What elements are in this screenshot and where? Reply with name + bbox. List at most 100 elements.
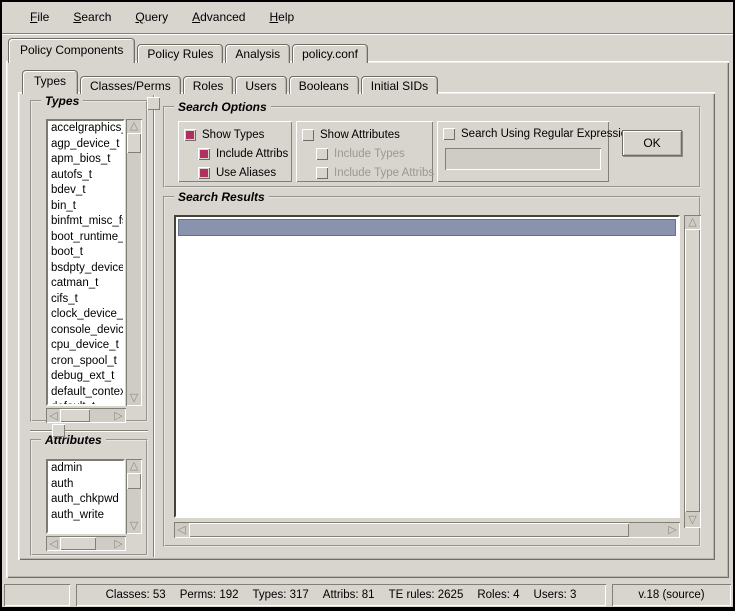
list-item[interactable]: agp_device_t (48, 137, 123, 153)
list-item[interactable]: auth_chkpwd (48, 492, 123, 508)
types-listbox[interactable]: accelgraphics_e agp_device_t apm_bios_t … (46, 119, 125, 406)
status-stat: Types: 317 (253, 589, 309, 601)
list-item[interactable]: bdev_t (48, 183, 123, 199)
scroll-left-icon[interactable]: ◁ (47, 409, 60, 422)
list-item[interactable]: clock_device_t (48, 307, 123, 323)
scroll-right-icon[interactable]: ▷ (112, 409, 125, 422)
attributes-horizontal-scrollbar[interactable]: ◁ ▷ (46, 536, 126, 551)
checkbox-indicator-icon (443, 128, 455, 140)
scrollbar-thumb[interactable] (189, 523, 629, 537)
scroll-down-icon[interactable]: ▽ (127, 520, 141, 533)
tab-label: Policy Rules (147, 47, 213, 61)
main-tab[interactable]: Policy Components (8, 38, 135, 63)
menu-item[interactable]: Query (135, 10, 168, 24)
menu-item[interactable]: File (30, 10, 49, 24)
horizontal-sash[interactable] (30, 430, 148, 432)
types-vertical-scrollbar[interactable]: △ ▽ (126, 119, 142, 406)
list-item[interactable]: default_t (48, 400, 123, 406)
list-item[interactable]: binfmt_misc_fs (48, 214, 123, 230)
list-item[interactable]: apm_bios_t (48, 152, 123, 168)
ok-button[interactable]: OK (622, 130, 682, 156)
types-horizontal-scrollbar[interactable]: ◁ ▷ (46, 408, 126, 423)
vertical-sash[interactable] (153, 95, 155, 557)
show-types-checkbox[interactable]: Show Types (184, 128, 264, 142)
main-tab[interactable]: Policy Rules (137, 44, 223, 63)
checkbox-label: Show Types (202, 129, 264, 141)
menu-item[interactable]: Advanced (192, 10, 245, 24)
scrollbar-thumb[interactable] (127, 473, 141, 489)
attributes-listbox[interactable]: admin auth auth_chkpwd auth_write (46, 459, 125, 534)
status-panel-left (4, 584, 70, 606)
sub-tab[interactable]: Roles (183, 76, 234, 94)
status-panel-version: v.18 (source) (612, 584, 731, 606)
types-tab-panel: Types accelgraphics_e agp_device_t apm_b… (18, 92, 715, 560)
list-item[interactable]: autofs_t (48, 168, 123, 184)
list-item[interactable]: default_context (48, 385, 123, 401)
scroll-down-icon[interactable]: ▽ (127, 392, 141, 405)
main-tab[interactable]: policy.conf (292, 44, 368, 63)
tab-label: Classes/Perms (90, 79, 171, 93)
sub-tab[interactable]: Types (22, 70, 78, 94)
search-results-textarea[interactable] (174, 215, 680, 518)
attributes-frame: Attributes admin auth auth_chkpwd auth_w… (30, 439, 148, 556)
version-label: v.18 (source) (638, 589, 704, 601)
checkbox-label: Show Attributes (320, 129, 400, 141)
selected-line (178, 219, 676, 236)
sub-tab[interactable]: Users (235, 76, 286, 94)
list-item[interactable]: cifs_t (48, 292, 123, 308)
tab-label: Roles (193, 79, 224, 93)
regex-group: Search Using Regular Expression (437, 121, 609, 182)
search-options-frame: Search Options Show Types Include Attrib… (163, 106, 701, 188)
scroll-up-icon[interactable]: △ (127, 460, 141, 473)
include-types-checkbox[interactable]: Include Types (316, 147, 405, 161)
status-stat: Roles: 4 (477, 589, 519, 601)
search-results-title: Search Results (174, 190, 269, 204)
menu-item[interactable]: Search (73, 10, 111, 24)
tab-label: Booleans (299, 79, 349, 93)
horizontal-sash-grip[interactable] (52, 424, 65, 437)
scroll-down-icon[interactable]: ▽ (685, 514, 700, 527)
scroll-right-icon[interactable]: ▷ (666, 523, 679, 537)
list-item[interactable]: auth_write (48, 508, 123, 524)
tab-label: Types (34, 74, 66, 88)
scrollbar-thumb[interactable] (60, 409, 90, 422)
tab-label: Users (245, 79, 276, 93)
scroll-up-icon[interactable]: △ (127, 120, 141, 133)
list-item[interactable]: cpu_device_t (48, 338, 123, 354)
scroll-left-icon[interactable]: ◁ (175, 523, 188, 537)
list-item[interactable]: debug_ext_t (48, 369, 123, 385)
list-item[interactable]: admin (48, 461, 123, 477)
scrollbar-thumb[interactable] (60, 537, 96, 550)
include-type-attribs-checkbox[interactable]: Include Type Attribs (316, 166, 434, 180)
show-attributes-checkbox[interactable]: Show Attributes (302, 128, 400, 142)
use-aliases-checkbox[interactable]: Use Aliases (198, 166, 276, 180)
main-tab[interactable]: Analysis (225, 44, 290, 63)
list-item[interactable]: auth (48, 477, 123, 493)
list-item[interactable]: console_device (48, 323, 123, 339)
list-item[interactable]: accelgraphics_e (48, 121, 123, 137)
scrollbar-thumb[interactable] (127, 133, 141, 153)
regex-checkbox[interactable]: Search Using Regular Expression (443, 127, 634, 141)
attributes-vertical-scrollbar[interactable]: △ ▽ (126, 459, 142, 534)
show-types-group: Show Types Include Attribs Use Aliases (178, 121, 292, 182)
list-item[interactable]: boot_runtime_t (48, 230, 123, 246)
sub-tab[interactable]: Booleans (289, 76, 359, 94)
scroll-left-icon[interactable]: ◁ (47, 537, 60, 550)
sub-tab[interactable]: Classes/Perms (80, 76, 181, 94)
scroll-right-icon[interactable]: ▷ (112, 537, 125, 550)
list-item[interactable]: bin_t (48, 199, 123, 215)
vertical-sash-grip[interactable] (147, 97, 160, 110)
results-horizontal-scrollbar[interactable]: ◁ ▷ (174, 522, 680, 538)
list-item[interactable]: bsdpty_device_ (48, 261, 123, 277)
scroll-up-icon[interactable]: △ (685, 216, 700, 229)
scrollbar-thumb[interactable] (685, 229, 700, 512)
include-attribs-checkbox[interactable]: Include Attribs (198, 147, 288, 161)
list-item[interactable]: catman_t (48, 276, 123, 292)
sub-tab[interactable]: Initial SIDs (361, 76, 438, 94)
results-vertical-scrollbar[interactable]: △ ▽ (684, 215, 701, 528)
menu-item[interactable]: Help (269, 10, 294, 24)
list-item[interactable]: boot_t (48, 245, 123, 261)
types-frame: Types accelgraphics_e agp_device_t apm_b… (30, 100, 148, 422)
regex-input[interactable] (445, 148, 601, 170)
list-item[interactable]: cron_spool_t (48, 354, 123, 370)
